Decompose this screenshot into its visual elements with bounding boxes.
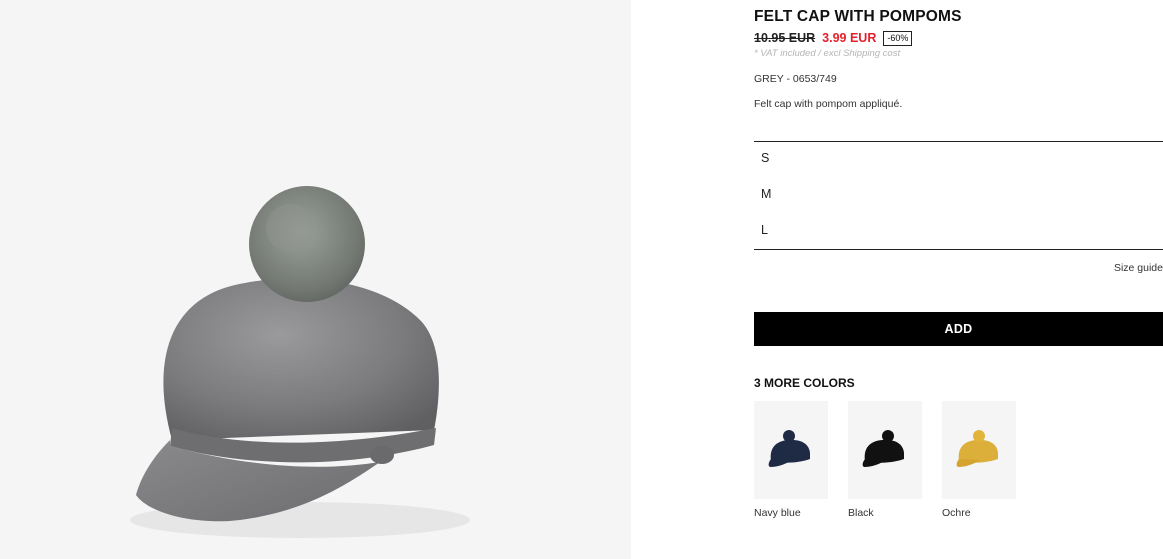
color-swatch-navy[interactable]: Navy blue [754,401,828,519]
add-to-cart-button[interactable]: ADD [754,312,1163,346]
color-reference: GREY - 0653/749 [754,73,837,85]
size-guide-link[interactable]: Size guide [1114,262,1163,274]
discount-badge: -60% [883,30,913,46]
old-price: 10.95 EUR [754,31,816,45]
product-description: Felt cap with pompom appliqué. [754,98,903,110]
product-details: FELT CAP WITH POMPOMS 10.95 EUR 3.99 EUR… [754,0,1163,559]
size-option-l[interactable]: L [761,223,768,237]
product-image[interactable] [0,0,631,559]
color-name-navy: Navy blue [754,507,801,519]
color-swatch-ochre[interactable]: Ochre [942,401,1016,519]
size-option-s[interactable]: S [761,151,769,165]
ochre-cap-thumbnail [942,401,1016,499]
color-name-black: Black [848,507,874,519]
cap-icon [768,430,810,467]
sale-price: 3.99 EUR [822,31,877,45]
size-option-m[interactable]: M [761,187,771,201]
vat-note: * VAT included / excl Shipping cost [754,48,901,59]
color-name-ochre: Ochre [942,507,971,519]
black-cap-thumbnail [848,401,922,499]
grey-felt-cap-image [130,186,470,538]
color-swatch-black[interactable]: Black [848,401,922,519]
more-colors-heading: 3 MORE COLORS [754,376,855,390]
cap-icon [862,430,904,467]
price-row: 10.95 EUR 3.99 EUR -60% [754,30,913,46]
size-selector: S M L [754,141,1163,250]
product-title: FELT CAP WITH POMPOMS [754,8,962,25]
cap-icon [956,430,998,467]
navy-cap-thumbnail [754,401,828,499]
